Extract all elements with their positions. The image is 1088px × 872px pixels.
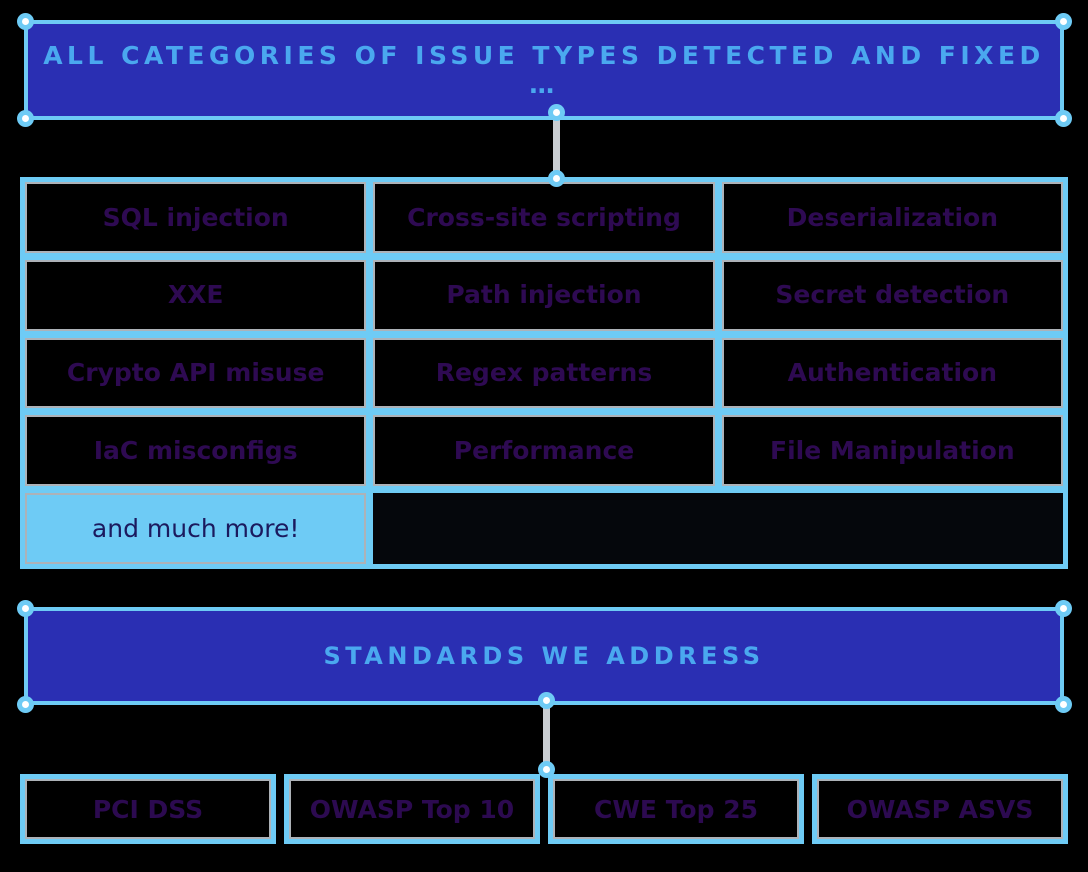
handle-top-banner-se[interactable] (1055, 110, 1072, 127)
diagram-canvas: ALL CATEGORIES OF ISSUE TYPES DETECTED A… (0, 0, 1088, 872)
issue-cell-label: Deserialization (786, 202, 999, 232)
issue-cell-file-manipulation[interactable]: File Manipulation (721, 415, 1063, 487)
standard-label: OWASP ASVS (846, 794, 1034, 824)
issue-cell-secret-detection[interactable]: Secret detection (721, 259, 1063, 331)
handle-top-banner-ne[interactable] (1055, 13, 1072, 30)
banner-standards-we-address[interactable]: STANDARDS WE ADDRESS (24, 607, 1064, 705)
issue-cell-label: SQL injection (102, 202, 289, 232)
banner-standards-title: STANDARDS WE ADDRESS (323, 642, 765, 670)
issue-cell-label: Secret detection (775, 280, 1010, 310)
banner-all-categories-title: ALL CATEGORIES OF ISSUE TYPES DETECTED A… (43, 41, 1045, 99)
issue-cell-xxe[interactable]: XXE (25, 259, 367, 331)
handle-standards-banner-sw[interactable] (17, 696, 34, 713)
issue-type-grid: SQL injection Cross-site scripting Deser… (20, 177, 1068, 569)
standards-row: PCI DSS OWASP Top 10 CWE Top 25 OWASP AS… (20, 774, 1068, 844)
handle-top-banner-sw[interactable] (17, 110, 34, 127)
issue-cell-and-much-more[interactable]: and much more! (25, 493, 367, 564)
connector-handle-standards-banner-bottom[interactable] (538, 692, 555, 709)
issue-cell-label: Crypto API misuse (66, 358, 325, 388)
handle-standards-banner-nw[interactable] (17, 600, 34, 617)
issue-cell-sql-injection[interactable]: SQL injection (25, 182, 367, 253)
standard-cell-owasp-asvs[interactable]: OWASP ASVS (812, 774, 1068, 844)
issue-cell-empty (373, 493, 1063, 564)
connector-handle-grid-top[interactable] (548, 170, 565, 187)
issue-cell-label: Performance (453, 436, 635, 466)
standard-label: CWE Top 25 (593, 794, 758, 824)
issue-cell-label: Cross-site scripting (407, 202, 681, 232)
issue-cell-path-injection[interactable]: Path injection (373, 259, 715, 331)
issue-cell-label: Authentication (787, 358, 997, 388)
connector-handle-standards-row-top[interactable] (538, 761, 555, 778)
issue-cell-crypto-api-misuse[interactable]: Crypto API misuse (25, 337, 367, 409)
standard-label: PCI DSS (92, 794, 204, 824)
issue-cell-label: and much more! (91, 513, 300, 543)
handle-standards-banner-ne[interactable] (1055, 600, 1072, 617)
issue-cell-regex-patterns[interactable]: Regex patterns (373, 337, 715, 409)
issue-cell-label: XXE (167, 280, 224, 310)
issue-cell-label: File Manipulation (770, 436, 1015, 466)
handle-standards-banner-se[interactable] (1055, 696, 1072, 713)
issue-cell-iac-misconfigs[interactable]: IaC misconfigs (25, 415, 367, 487)
issue-cell-label: IaC misconfigs (93, 436, 298, 466)
handle-top-banner-nw[interactable] (17, 13, 34, 30)
standard-label: OWASP Top 10 (309, 794, 515, 824)
issue-cell-label: Path injection (446, 280, 642, 310)
issue-cell-cross-site-scripting[interactable]: Cross-site scripting (373, 182, 715, 253)
standard-cell-pci-dss[interactable]: PCI DSS (20, 774, 276, 844)
issue-cell-label: Regex patterns (435, 358, 653, 388)
standard-cell-owasp-top-10[interactable]: OWASP Top 10 (284, 774, 540, 844)
issue-cell-authentication[interactable]: Authentication (721, 337, 1063, 409)
issue-cell-performance[interactable]: Performance (373, 415, 715, 487)
standard-cell-cwe-top-25[interactable]: CWE Top 25 (548, 774, 804, 844)
connector-handle-top-banner-bottom[interactable] (548, 104, 565, 121)
issue-cell-deserialization[interactable]: Deserialization (721, 182, 1063, 253)
banner-all-categories[interactable]: ALL CATEGORIES OF ISSUE TYPES DETECTED A… (24, 20, 1064, 120)
